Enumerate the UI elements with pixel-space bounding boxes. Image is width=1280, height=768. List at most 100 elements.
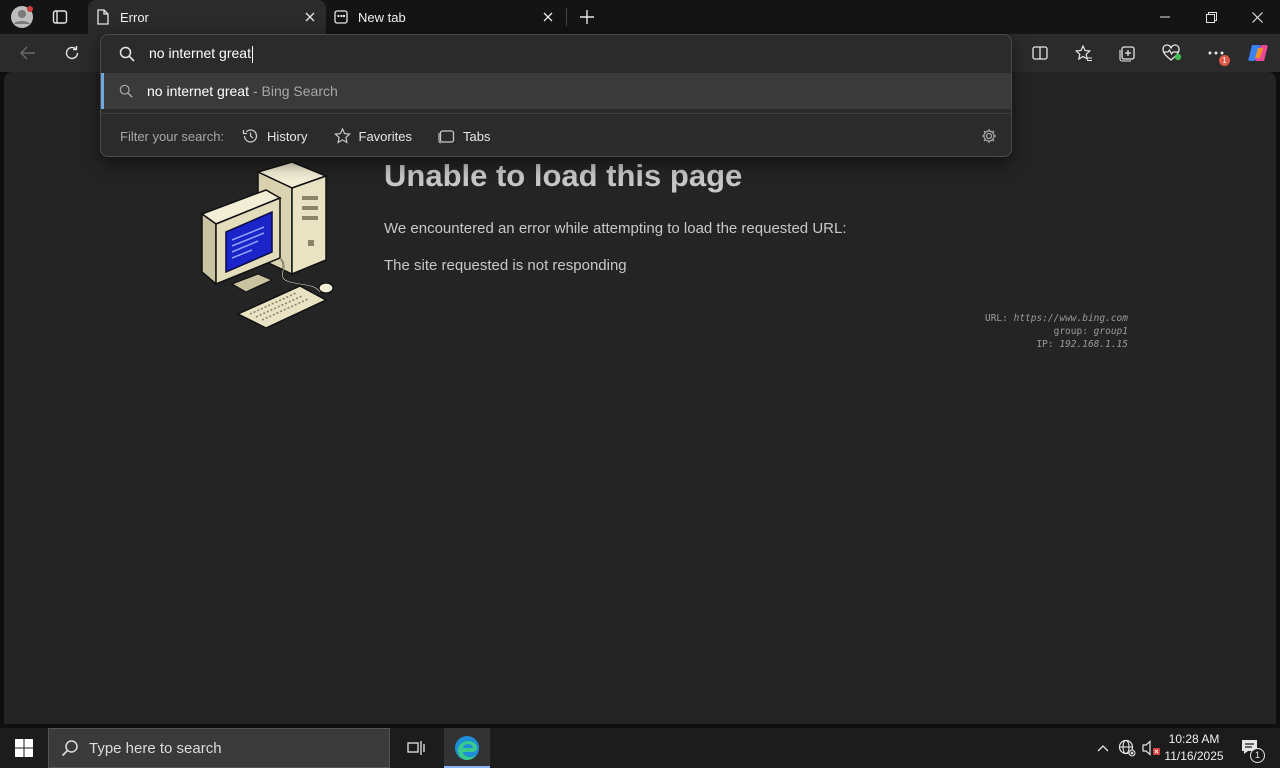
tab-error[interactable]: Error bbox=[88, 0, 326, 34]
diag-url-value: https://www.bing.com bbox=[1013, 313, 1128, 324]
back-arrow-icon bbox=[20, 46, 35, 60]
back-button[interactable] bbox=[12, 37, 44, 69]
favorites-star-icon bbox=[1075, 44, 1092, 61]
text-caret bbox=[251, 45, 253, 63]
taskbar-edge-app[interactable] bbox=[444, 728, 490, 768]
speaker-muted-icon bbox=[1142, 740, 1160, 756]
star-icon bbox=[333, 128, 351, 144]
diag-group-row: group: group1 bbox=[985, 325, 1128, 338]
notification-center-button[interactable]: 1 bbox=[1234, 728, 1268, 768]
restore-button[interactable] bbox=[1188, 0, 1234, 34]
edge-logo-icon bbox=[455, 736, 479, 760]
close-window-button[interactable] bbox=[1234, 0, 1280, 34]
new-tab-button[interactable] bbox=[574, 4, 600, 30]
diag-url-label: URL: bbox=[984, 313, 1008, 324]
minimize-button[interactable] bbox=[1142, 0, 1188, 34]
taskbar-search-placeholder: Type here to search bbox=[89, 739, 222, 757]
tab-divider bbox=[566, 8, 567, 26]
workspaces-button[interactable] bbox=[46, 4, 74, 30]
task-view-button[interactable] bbox=[398, 728, 434, 768]
suggestion-text: no internet great bbox=[147, 83, 249, 99]
copilot-icon bbox=[1248, 45, 1268, 61]
profile-icon bbox=[11, 6, 33, 28]
search-icon bbox=[119, 84, 133, 98]
newtab-icon bbox=[334, 10, 348, 24]
diag-group-label: group: bbox=[1053, 326, 1088, 337]
page-icon bbox=[97, 9, 109, 25]
address-input-text: no internet great bbox=[149, 45, 251, 62]
show-hidden-icons-button[interactable] bbox=[1092, 728, 1114, 768]
close-icon bbox=[543, 12, 553, 22]
clock-date: 11/16/2025 bbox=[1164, 749, 1224, 763]
notification-count-badge: 1 bbox=[1250, 748, 1265, 763]
filter-tabs[interactable]: Tabs bbox=[438, 128, 490, 144]
diag-group-value: group1 bbox=[1093, 326, 1128, 337]
filter-history-label: History bbox=[267, 128, 308, 144]
globe-no-internet-icon bbox=[1118, 739, 1136, 757]
copilot-button[interactable] bbox=[1242, 37, 1274, 69]
taskbar-search[interactable]: Type here to search bbox=[48, 728, 390, 768]
start-button[interactable] bbox=[0, 728, 48, 768]
collections-icon bbox=[1119, 46, 1135, 62]
divider bbox=[101, 113, 1011, 114]
diag-ip-label: IP: bbox=[1036, 339, 1054, 350]
error-description: We encountered an error while attempting… bbox=[384, 220, 847, 237]
tab-actions-icon bbox=[52, 10, 68, 24]
error-title: Unable to load this page bbox=[384, 158, 743, 193]
favorites-button[interactable] bbox=[1068, 37, 1100, 69]
selection-accent bbox=[101, 73, 104, 109]
collections-button[interactable] bbox=[1112, 37, 1144, 69]
split-screen-button[interactable] bbox=[1024, 37, 1056, 69]
search-settings-button[interactable] bbox=[979, 126, 999, 146]
computer-illustration bbox=[200, 162, 334, 329]
diagnostics-info: URL: https://www.bing.com group: group1 … bbox=[985, 312, 1128, 351]
plus-icon bbox=[580, 10, 594, 24]
search-icon bbox=[61, 740, 78, 757]
filter-favorites[interactable]: Favorites bbox=[333, 128, 412, 144]
windows-logo-icon bbox=[15, 739, 33, 757]
filter-history[interactable]: History bbox=[242, 128, 308, 144]
search-filter-row: Filter your search: History Favorites Ta… bbox=[101, 115, 1011, 157]
close-icon bbox=[1251, 11, 1263, 23]
chevron-up-icon bbox=[1097, 745, 1109, 752]
filter-tabs-label: Tabs bbox=[462, 128, 491, 144]
title-bar: Error New tab bbox=[0, 0, 1280, 34]
notification-badge: 1 bbox=[1219, 55, 1230, 66]
profile-avatar[interactable] bbox=[8, 4, 36, 30]
close-tab-button[interactable] bbox=[538, 7, 558, 27]
history-icon bbox=[242, 129, 258, 143]
volume-button[interactable] bbox=[1140, 728, 1162, 768]
diag-ip-row: IP: 192.168.1.15 bbox=[985, 338, 1128, 351]
gear-icon bbox=[982, 129, 996, 143]
filter-label: Filter your search: bbox=[120, 128, 225, 144]
refresh-button[interactable] bbox=[56, 37, 88, 69]
clock-time: 10:28 AM bbox=[1168, 732, 1220, 746]
diag-url-row: URL: https://www.bing.com bbox=[985, 312, 1128, 325]
address-bar-dropdown: no internet great no internet great - Bi… bbox=[100, 34, 1012, 157]
tabs-icon bbox=[438, 130, 455, 144]
tab-label: New tab bbox=[358, 9, 406, 25]
error-reason: The site requested is not responding bbox=[384, 257, 627, 274]
tab-label: Error bbox=[120, 9, 149, 25]
minimize-icon bbox=[1160, 16, 1170, 18]
network-status-button[interactable] bbox=[1116, 728, 1138, 768]
browser-essentials-button[interactable] bbox=[1156, 37, 1188, 69]
more-options-button[interactable]: 1 bbox=[1200, 37, 1232, 69]
suggestion-source: - Bing Search bbox=[252, 83, 338, 99]
heart-pulse-icon bbox=[1162, 44, 1182, 61]
task-view-icon bbox=[407, 741, 425, 755]
filter-favorites-label: Favorites bbox=[358, 128, 412, 144]
search-icon bbox=[119, 46, 135, 62]
suggestion-item[interactable]: no internet great - Bing Search bbox=[101, 73, 1011, 109]
address-bar[interactable]: no internet great bbox=[101, 35, 1011, 73]
system-clock[interactable]: 10:28 AM 11/16/2025 bbox=[1162, 731, 1226, 765]
close-tab-button[interactable] bbox=[300, 7, 320, 27]
address-input[interactable]: no internet great bbox=[149, 45, 253, 63]
tab-new-tab[interactable]: New tab bbox=[328, 0, 564, 34]
refresh-icon bbox=[65, 46, 79, 60]
restore-icon bbox=[1205, 11, 1217, 23]
taskbar: Type here to search 10:28 AM 11/16/2025 … bbox=[0, 728, 1280, 768]
diag-ip-value: 192.168.1.15 bbox=[1059, 339, 1128, 350]
close-icon bbox=[305, 12, 315, 22]
split-screen-icon bbox=[1032, 46, 1048, 60]
